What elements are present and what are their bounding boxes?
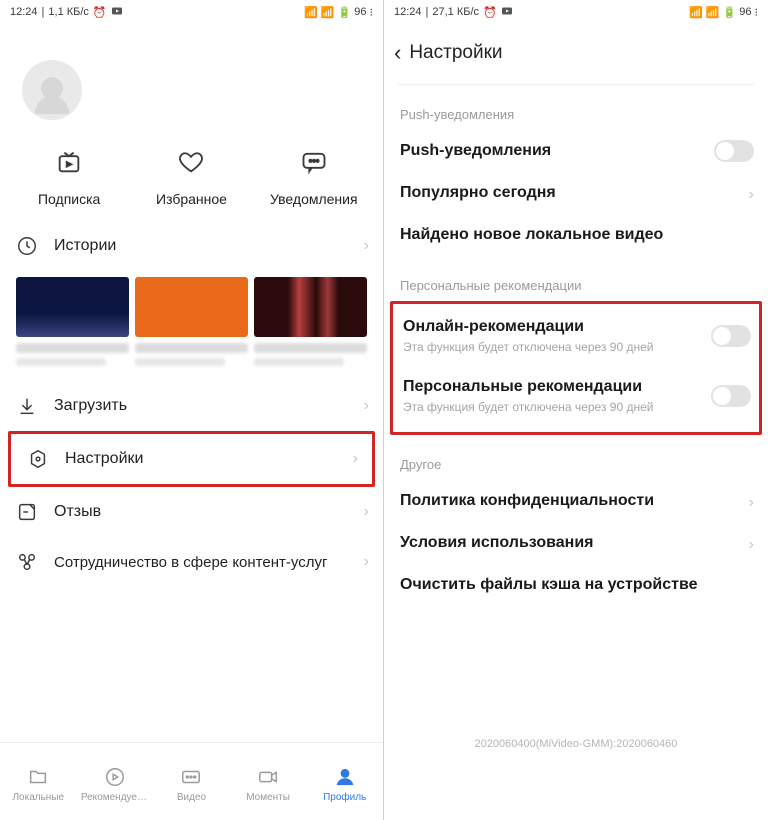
- battery-pct: 96: [354, 6, 366, 18]
- section-other: Другое: [384, 435, 768, 480]
- tab-moments[interactable]: Моменты: [232, 766, 304, 803]
- status-speed: 1,1 КБ/с: [48, 6, 89, 18]
- thumb-2[interactable]: [135, 277, 248, 337]
- personal-rec-row[interactable]: Персональные рекомендации Эта функция бу…: [393, 366, 759, 426]
- status-time: 12:24: [394, 6, 422, 18]
- wifi-icon: 📶: [304, 6, 318, 19]
- avatar[interactable]: [22, 60, 82, 120]
- cooperation-label: Сотрудничество в сфере контент-услуг: [54, 554, 327, 571]
- battery-icon: 🔋: [338, 6, 352, 19]
- favorites-button[interactable]: Избранное: [136, 148, 246, 207]
- chevron-right-icon: ›: [353, 450, 358, 468]
- heart-icon: [177, 148, 205, 181]
- toggle-off[interactable]: [711, 325, 751, 347]
- chevron-right-icon: ›: [364, 237, 369, 255]
- tab-profile[interactable]: Профиль: [309, 766, 381, 803]
- signal-icon: 📶: [706, 6, 720, 19]
- feedback-row[interactable]: Отзыв ›: [0, 487, 383, 537]
- status-time: 12:24: [10, 6, 38, 18]
- history-label: Истории: [54, 237, 116, 255]
- battery-pct: 96: [739, 6, 751, 18]
- clear-cache-row[interactable]: Очистить файлы кэша на устройстве: [384, 564, 768, 606]
- section-personal: Персональные рекомендации: [384, 256, 768, 301]
- build-info: 2020060400(MiVideo-GMM):2020060460: [384, 738, 768, 750]
- terms-row[interactable]: Условия использования ›: [384, 522, 768, 564]
- cooperation-row[interactable]: Сотрудничество в сфере контент-услуг ›: [0, 537, 383, 587]
- toggle-off[interactable]: [714, 140, 754, 162]
- status-bar: 12:24 | 27,1 КБ/с ⏰ 📶 📶 🔋 96 ⁝: [384, 0, 768, 24]
- settings-label: Настройки: [65, 450, 143, 468]
- push-toggle-row[interactable]: Push-уведомления: [384, 130, 768, 172]
- tab-recommend[interactable]: Рекомендуем...: [79, 766, 151, 803]
- alarm-icon: ⏰: [93, 6, 107, 19]
- history-thumbs: [0, 271, 383, 341]
- favorites-label: Избранное: [156, 191, 227, 207]
- tab-local[interactable]: Локальные: [2, 766, 74, 803]
- history-icon: [16, 235, 38, 257]
- alarm-icon: ⏰: [483, 6, 497, 19]
- back-button[interactable]: ‹: [394, 40, 401, 66]
- battery-icon: 🔋: [723, 6, 737, 19]
- subscribe-label: Подписка: [38, 191, 100, 207]
- toggle-off[interactable]: [711, 385, 751, 407]
- header: ‹ Настройки: [384, 24, 768, 84]
- youtube-icon: [501, 5, 513, 20]
- chevron-right-icon: ›: [749, 186, 754, 204]
- subscribe-icon: [55, 148, 83, 181]
- online-rec-row[interactable]: Онлайн-рекомендации Эта функция будет от…: [393, 306, 759, 366]
- youtube-icon: [111, 5, 123, 20]
- chevron-right-icon: ›: [749, 536, 754, 554]
- signal-icon: 📶: [321, 6, 335, 19]
- download-label: Загрузить: [54, 397, 127, 415]
- wifi-icon: 📶: [689, 6, 703, 19]
- chevron-right-icon: ›: [364, 503, 369, 521]
- notifications-button[interactable]: Уведомления: [259, 148, 369, 207]
- battery-dots: ⁝: [755, 6, 759, 19]
- download-icon: [16, 395, 38, 417]
- download-row[interactable]: Загрузить ›: [0, 381, 383, 431]
- chevron-right-icon: ›: [364, 397, 369, 415]
- subscribe-button[interactable]: Подписка: [14, 148, 124, 207]
- battery-dots: ⁝: [370, 6, 374, 19]
- popular-row[interactable]: Популярно сегодня ›: [384, 172, 768, 214]
- link-icon: [16, 551, 38, 573]
- found-local-row[interactable]: Найдено новое локальное видео: [384, 214, 768, 256]
- thumb-1[interactable]: [16, 277, 129, 337]
- status-bar: 12:24 | 1,1 КБ/с ⏰ 📶 📶 🔋 96 ⁝: [0, 0, 383, 24]
- privacy-row[interactable]: Политика конфиденциальности ›: [384, 480, 768, 522]
- chevron-right-icon: ›: [364, 553, 369, 571]
- feedback-icon: [16, 501, 38, 523]
- message-icon: [300, 148, 328, 181]
- thumb-3[interactable]: [254, 277, 367, 337]
- feedback-label: Отзыв: [54, 503, 101, 521]
- page-title: Настройки: [409, 42, 502, 64]
- notifications-label: Уведомления: [270, 191, 358, 207]
- settings-screen: 12:24 | 27,1 КБ/с ⏰ 📶 📶 🔋 96 ⁝ ‹ Настрой…: [384, 0, 768, 820]
- settings-icon: [27, 448, 49, 470]
- tab-bar: Локальные Рекомендуем... Видео Моменты П…: [0, 742, 383, 820]
- settings-row[interactable]: Настройки ›: [8, 431, 375, 487]
- profile-actions: Подписка Избранное Уведомления: [0, 120, 383, 221]
- tab-video[interactable]: Видео: [155, 766, 227, 803]
- status-speed: 27,1 КБ/с: [432, 6, 479, 18]
- highlighted-recommendations: Онлайн-рекомендации Эта функция будет от…: [390, 301, 762, 435]
- history-row[interactable]: Истории ›: [0, 221, 383, 271]
- section-push: Push-уведомления: [384, 85, 768, 130]
- profile-screen: 12:24 | 1,1 КБ/с ⏰ 📶 📶 🔋 96 ⁝ Подписка: [0, 0, 384, 820]
- chevron-right-icon: ›: [749, 494, 754, 512]
